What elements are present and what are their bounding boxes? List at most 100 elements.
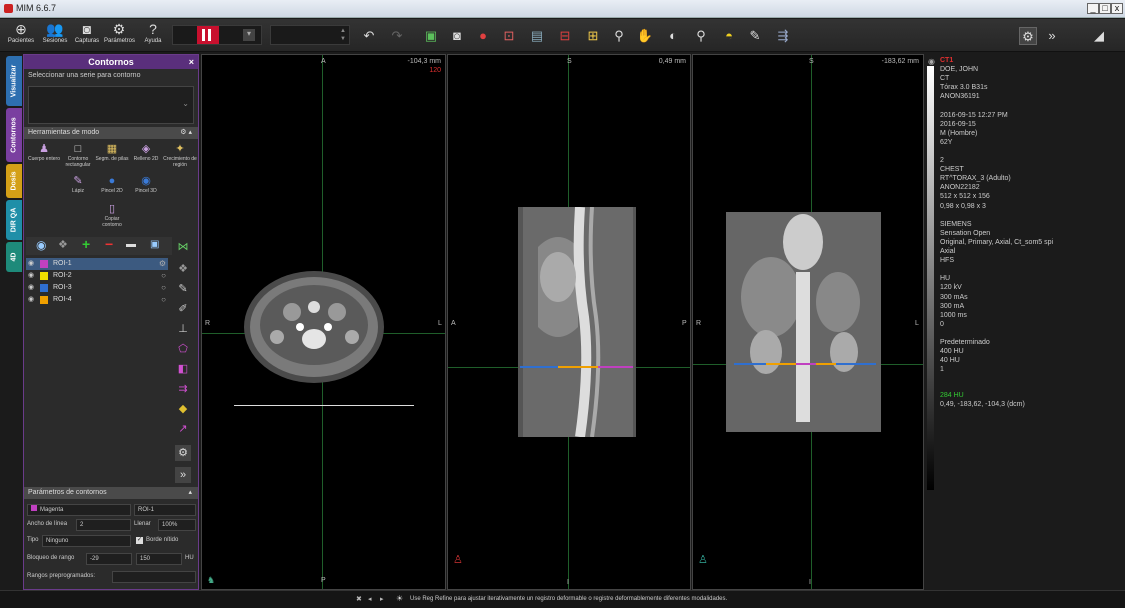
roi-row[interactable]: ◉ ROI-2 ○	[26, 270, 168, 282]
roi-visibility-icon[interactable]: ◉	[28, 282, 34, 294]
snapshot-icon[interactable]: ◙	[448, 27, 466, 45]
tool-pencil[interactable]: ✎ Lápiz	[61, 175, 95, 194]
roi-visibility-icon[interactable]: ◉	[28, 258, 34, 270]
transform-icon[interactable]: ◧	[175, 361, 191, 377]
roi-settings-icon[interactable]: ○	[161, 282, 166, 294]
sharp-edge-checkbox[interactable]: ✓	[136, 537, 143, 544]
save-icon[interactable]: ▣	[422, 27, 440, 45]
annotate-icon[interactable]: ✎	[746, 27, 764, 45]
range-max-field[interactable]: 150	[136, 553, 182, 565]
help-button[interactable]: ? Ayuda	[138, 21, 168, 51]
window-level-icon[interactable]: ◐	[664, 27, 682, 45]
color-select[interactable]: Magenta	[27, 504, 131, 516]
tool-rectangle[interactable]: □ Contorno rectangular	[61, 143, 95, 168]
roi-visibility-icon[interactable]: ◉	[28, 270, 34, 282]
roi-row[interactable]: ◉ ROI-1 ⚙	[26, 258, 168, 270]
tab-dosis[interactable]: Dosis	[6, 164, 22, 198]
tab-visualizar[interactable]: Visualizar	[6, 56, 22, 106]
range-min-field[interactable]: -29	[86, 553, 132, 565]
tab-contornos[interactable]: Contornos	[6, 108, 22, 162]
fit-icon[interactable]: ⊞	[584, 27, 602, 45]
line-width-select[interactable]: 2	[76, 519, 131, 531]
roi-settings-icon[interactable]: ⚙	[159, 258, 166, 270]
close-tip-icon[interactable]: ✖	[356, 595, 362, 603]
more-tools-icon[interactable]: »	[175, 467, 191, 483]
roi-settings-icon[interactable]: ○	[161, 270, 166, 282]
save-roi-icon[interactable]: ▣	[150, 239, 159, 250]
draw-line-icon[interactable]: ✎	[175, 281, 191, 297]
roi-name-field[interactable]: ROI-1	[134, 504, 196, 516]
record-icon[interactable]: ●	[474, 27, 492, 45]
open-folder-icon[interactable]: ▬	[126, 239, 136, 250]
rectangle-icon: □	[74, 143, 82, 155]
minimize-button[interactable]: _	[1087, 3, 1099, 14]
roi-settings-icon[interactable]: ○	[161, 294, 166, 306]
layout-icon[interactable]: ▤	[528, 27, 546, 45]
tool-whole-body[interactable]: ♟ Cuerpo entero	[27, 143, 61, 162]
roi-row[interactable]: ◉ ROI-3 ○	[26, 282, 168, 294]
tab-dir-qa[interactable]: DIR QA	[6, 200, 22, 240]
stamp-icon[interactable]: ⊥	[175, 321, 191, 337]
captures-button[interactable]: ◙ Capturas	[72, 21, 102, 51]
add-roi-icon[interactable]: +	[82, 236, 90, 252]
tab-4d[interactable]: 4D	[6, 242, 22, 272]
tool-copy-contour[interactable]: ▯ Copiar contorno	[95, 203, 129, 228]
expand-contour-icon[interactable]: ↗	[175, 421, 191, 437]
ruler-icon[interactable]: ⊟	[556, 27, 574, 45]
zoom-icon[interactable]: ⚲	[610, 27, 628, 45]
remove-roi-icon[interactable]: −	[105, 236, 113, 252]
roi-row[interactable]: ◉ ROI-4 ○	[26, 294, 168, 306]
roi-stack-icon[interactable]: ❖	[175, 261, 191, 277]
panel-close-icon[interactable]: ×	[189, 55, 194, 69]
info-line: 2016-09-15	[940, 120, 976, 128]
boolean-icon[interactable]: ◆	[175, 401, 191, 417]
tools-settings-icon[interactable]: ⚙ ▴	[180, 127, 192, 139]
roi-color-swatch[interactable]	[40, 260, 48, 268]
collapse-panel-icon[interactable]: ◢	[1088, 27, 1110, 45]
contour-mode-icon[interactable]: ⋈	[175, 239, 191, 255]
presets-select[interactable]	[112, 571, 196, 583]
logo-dropdown[interactable]: ▾	[243, 29, 255, 41]
roi-group-icon[interactable]: ❖	[58, 238, 68, 251]
roi-color-swatch[interactable]	[40, 284, 48, 292]
close-button[interactable]: x	[1111, 3, 1123, 14]
undo-icon[interactable]: ↶	[360, 27, 378, 45]
tool-stack-segment[interactable]: ▦ Segm. de pilas	[95, 143, 129, 162]
roi-color-swatch[interactable]	[40, 272, 48, 280]
collapse-icon[interactable]: ▴	[188, 487, 192, 499]
parameters-button[interactable]: ⚙ Parámetros	[104, 21, 135, 51]
type-select[interactable]: Ninguno	[42, 535, 131, 547]
query-icon[interactable]: ⚲	[692, 27, 710, 45]
series-select[interactable]: ⌄	[28, 86, 194, 124]
helmet-icon[interactable]: ◓	[720, 27, 738, 45]
maximize-button[interactable]: □	[1099, 3, 1111, 14]
tool-label: Pincel 3D	[135, 188, 157, 194]
sagittal-viewport[interactable]: S I A P 0,49 mm ♙	[447, 54, 691, 590]
next-tip-icon[interactable]: ▸	[380, 595, 384, 603]
tool-brush-2d[interactable]: ● Pincel 2D	[95, 175, 129, 194]
roi-color-swatch[interactable]	[40, 296, 48, 304]
roi-visibility-icon[interactable]: ◉	[28, 294, 34, 306]
prev-tip-icon[interactable]: ◂	[368, 595, 372, 603]
tool-fill-2d[interactable]: ◈ Relleno 2D	[129, 143, 163, 162]
panel-settings-icon[interactable]: ⚙	[175, 445, 191, 461]
tool-region-grow[interactable]: ✦ Crecimiento de región	[163, 143, 197, 168]
shape-icon[interactable]: ⬠	[175, 341, 191, 357]
tool-brush-3d[interactable]: ◉ Pincel 3D	[129, 175, 163, 194]
patients-button[interactable]: ⊕ Pacientes	[6, 21, 36, 51]
zoom-region-icon[interactable]: ⊡	[500, 27, 518, 45]
pan-hand-icon[interactable]: ✋	[636, 27, 654, 45]
align-icon[interactable]: ⇶	[774, 27, 792, 45]
eye-icon[interactable]: ◉	[36, 238, 46, 252]
redo-icon[interactable]: ↷	[388, 27, 406, 45]
axial-ct-image	[244, 271, 384, 383]
smooth-icon[interactable]: ✐	[175, 301, 191, 317]
expand-icon[interactable]: »	[1043, 27, 1061, 45]
interpolate-icon[interactable]: ⇉	[175, 381, 191, 397]
sessions-button[interactable]: 👥 Sesiones	[40, 21, 70, 51]
toolbar-settings-icon[interactable]: ⚙	[1019, 27, 1037, 45]
axial-viewport[interactable]: A P R L -104,3 mm 120 ♞	[201, 54, 446, 590]
coronal-viewport[interactable]: S I R L -183,62 mm ♙	[692, 54, 924, 590]
fill-select[interactable]: 100%	[158, 519, 196, 531]
toolbar-spinner[interactable]: ▲ ▼	[270, 25, 350, 45]
